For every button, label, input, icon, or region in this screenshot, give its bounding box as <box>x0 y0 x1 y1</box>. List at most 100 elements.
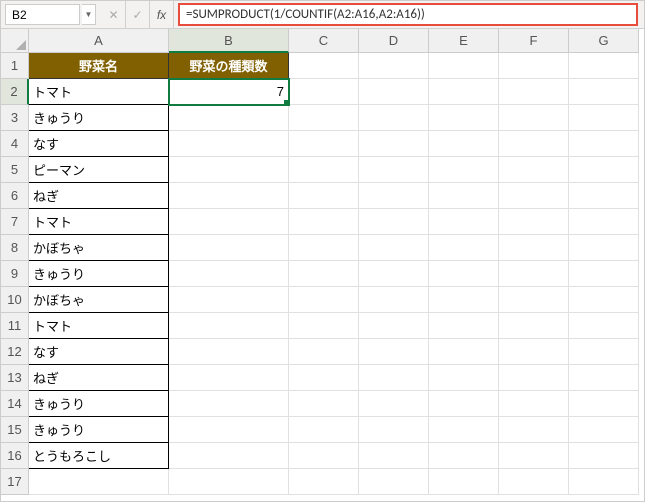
cell[interactable]: トマト <box>29 209 169 235</box>
cell[interactable] <box>359 157 429 183</box>
cell[interactable] <box>169 469 289 495</box>
cell[interactable] <box>289 105 359 131</box>
formula-cancel-icon[interactable]: ✕ <box>102 1 126 28</box>
cell[interactable] <box>289 287 359 313</box>
row-header[interactable]: 10 <box>1 287 29 313</box>
cell[interactable] <box>359 469 429 495</box>
cell[interactable] <box>359 261 429 287</box>
row-header[interactable]: 11 <box>1 313 29 339</box>
cell[interactable]: なす <box>29 339 169 365</box>
cell[interactable] <box>499 417 569 443</box>
active-cell[interactable]: 7 <box>169 79 289 105</box>
cell[interactable] <box>359 105 429 131</box>
row-header[interactable]: 17 <box>1 469 29 495</box>
cell[interactable] <box>359 339 429 365</box>
cell[interactable]: きゅうり <box>29 417 169 443</box>
cell[interactable] <box>499 287 569 313</box>
name-box[interactable]: B2 <box>5 4 80 25</box>
row-header[interactable]: 6 <box>1 183 29 209</box>
cell[interactable] <box>359 287 429 313</box>
cell[interactable] <box>429 261 499 287</box>
cell[interactable] <box>429 53 499 79</box>
cell[interactable] <box>169 443 289 469</box>
name-box-dropdown[interactable]: ▼ <box>82 4 96 25</box>
cell[interactable] <box>169 287 289 313</box>
cell[interactable] <box>359 183 429 209</box>
cell[interactable] <box>499 469 569 495</box>
col-header-e[interactable]: E <box>429 29 499 53</box>
cell[interactable] <box>499 391 569 417</box>
cell[interactable] <box>429 131 499 157</box>
col-header-g[interactable]: G <box>569 29 639 53</box>
cell[interactable]: ねぎ <box>29 183 169 209</box>
cell[interactable] <box>429 209 499 235</box>
cell[interactable] <box>429 391 499 417</box>
cell[interactable] <box>569 131 639 157</box>
cell[interactable] <box>289 313 359 339</box>
cell[interactable] <box>289 235 359 261</box>
row-header[interactable]: 9 <box>1 261 29 287</box>
cell[interactable] <box>499 105 569 131</box>
cell[interactable] <box>169 391 289 417</box>
cell[interactable] <box>429 287 499 313</box>
cell[interactable]: トマト <box>29 79 169 105</box>
fx-icon[interactable]: fx <box>150 1 174 28</box>
row-header[interactable]: 16 <box>1 443 29 469</box>
cell[interactable] <box>429 79 499 105</box>
cell[interactable] <box>429 469 499 495</box>
cell[interactable] <box>499 365 569 391</box>
cell[interactable] <box>289 261 359 287</box>
cell[interactable] <box>289 391 359 417</box>
row-header[interactable]: 5 <box>1 157 29 183</box>
cell[interactable] <box>429 443 499 469</box>
cell[interactable] <box>359 209 429 235</box>
cell[interactable] <box>499 53 569 79</box>
cell[interactable] <box>569 183 639 209</box>
cell[interactable] <box>569 287 639 313</box>
col-header-a[interactable]: A <box>29 29 169 53</box>
cell[interactable] <box>499 339 569 365</box>
cell[interactable] <box>429 365 499 391</box>
header-cell-a[interactable]: 野菜名 <box>29 53 169 79</box>
cell[interactable] <box>569 391 639 417</box>
cell[interactable] <box>359 365 429 391</box>
cell[interactable] <box>429 417 499 443</box>
cell[interactable] <box>499 183 569 209</box>
cell[interactable] <box>359 235 429 261</box>
row-header[interactable]: 8 <box>1 235 29 261</box>
cell[interactable] <box>289 209 359 235</box>
cell[interactable] <box>499 235 569 261</box>
col-header-d[interactable]: D <box>359 29 429 53</box>
cell[interactable] <box>499 443 569 469</box>
cell[interactable] <box>169 131 289 157</box>
select-all-corner[interactable] <box>1 29 29 53</box>
row-header[interactable]: 15 <box>1 417 29 443</box>
cell[interactable] <box>169 339 289 365</box>
cell[interactable] <box>169 183 289 209</box>
row-header[interactable]: 12 <box>1 339 29 365</box>
cell[interactable] <box>169 235 289 261</box>
cell[interactable] <box>429 157 499 183</box>
row-header[interactable]: 4 <box>1 131 29 157</box>
cell[interactable] <box>569 53 639 79</box>
cell[interactable] <box>569 79 639 105</box>
cell[interactable] <box>169 209 289 235</box>
formula-confirm-icon[interactable]: ✓ <box>126 1 150 28</box>
cell[interactable] <box>29 469 169 495</box>
formula-input[interactable]: =SUMPRODUCT(1/COUNTIF(A2:A16,A2:A16)) <box>178 3 638 26</box>
cell[interactable] <box>289 79 359 105</box>
cell[interactable] <box>499 157 569 183</box>
cell[interactable] <box>359 131 429 157</box>
col-header-f[interactable]: F <box>499 29 569 53</box>
cell[interactable] <box>359 79 429 105</box>
cell[interactable] <box>289 183 359 209</box>
cell[interactable] <box>169 105 289 131</box>
cell[interactable] <box>499 261 569 287</box>
cell[interactable] <box>169 417 289 443</box>
cell[interactable] <box>569 235 639 261</box>
cell[interactable] <box>569 469 639 495</box>
col-header-b[interactable]: B <box>169 29 289 53</box>
cell[interactable] <box>359 53 429 79</box>
cell[interactable] <box>569 157 639 183</box>
row-header[interactable]: 1 <box>1 53 29 79</box>
